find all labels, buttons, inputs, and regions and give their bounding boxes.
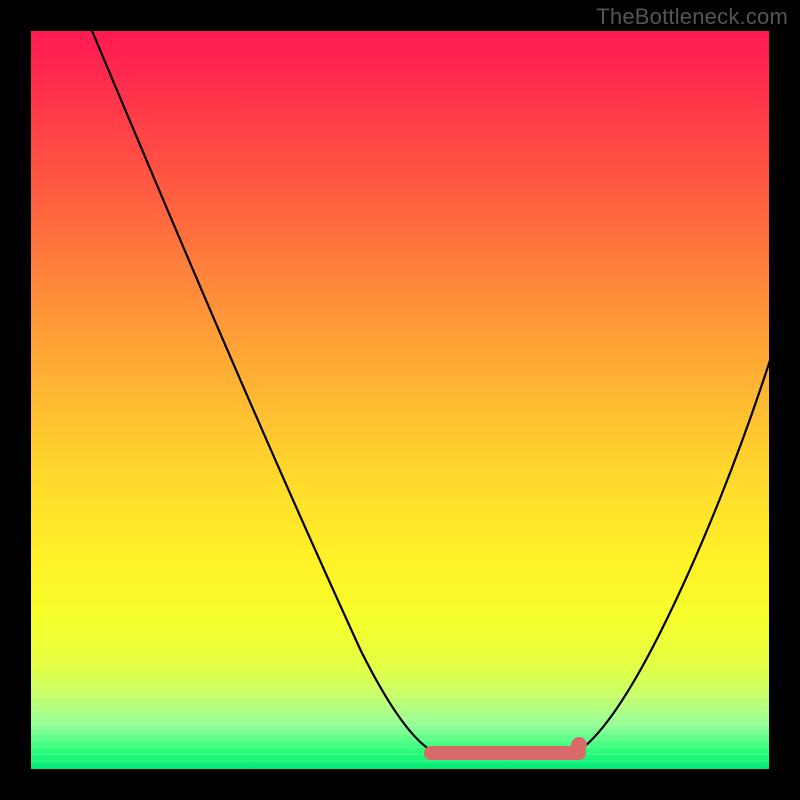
- plot-area: [31, 31, 769, 769]
- bottleneck-curve-right: [571, 351, 769, 755]
- chart-stage: TheBottleneck.com: [0, 0, 800, 800]
- bottleneck-curve-left: [90, 31, 441, 755]
- curve-svg: [31, 31, 769, 769]
- credit-watermark: TheBottleneck.com: [596, 4, 788, 30]
- marker-dot: [571, 737, 587, 753]
